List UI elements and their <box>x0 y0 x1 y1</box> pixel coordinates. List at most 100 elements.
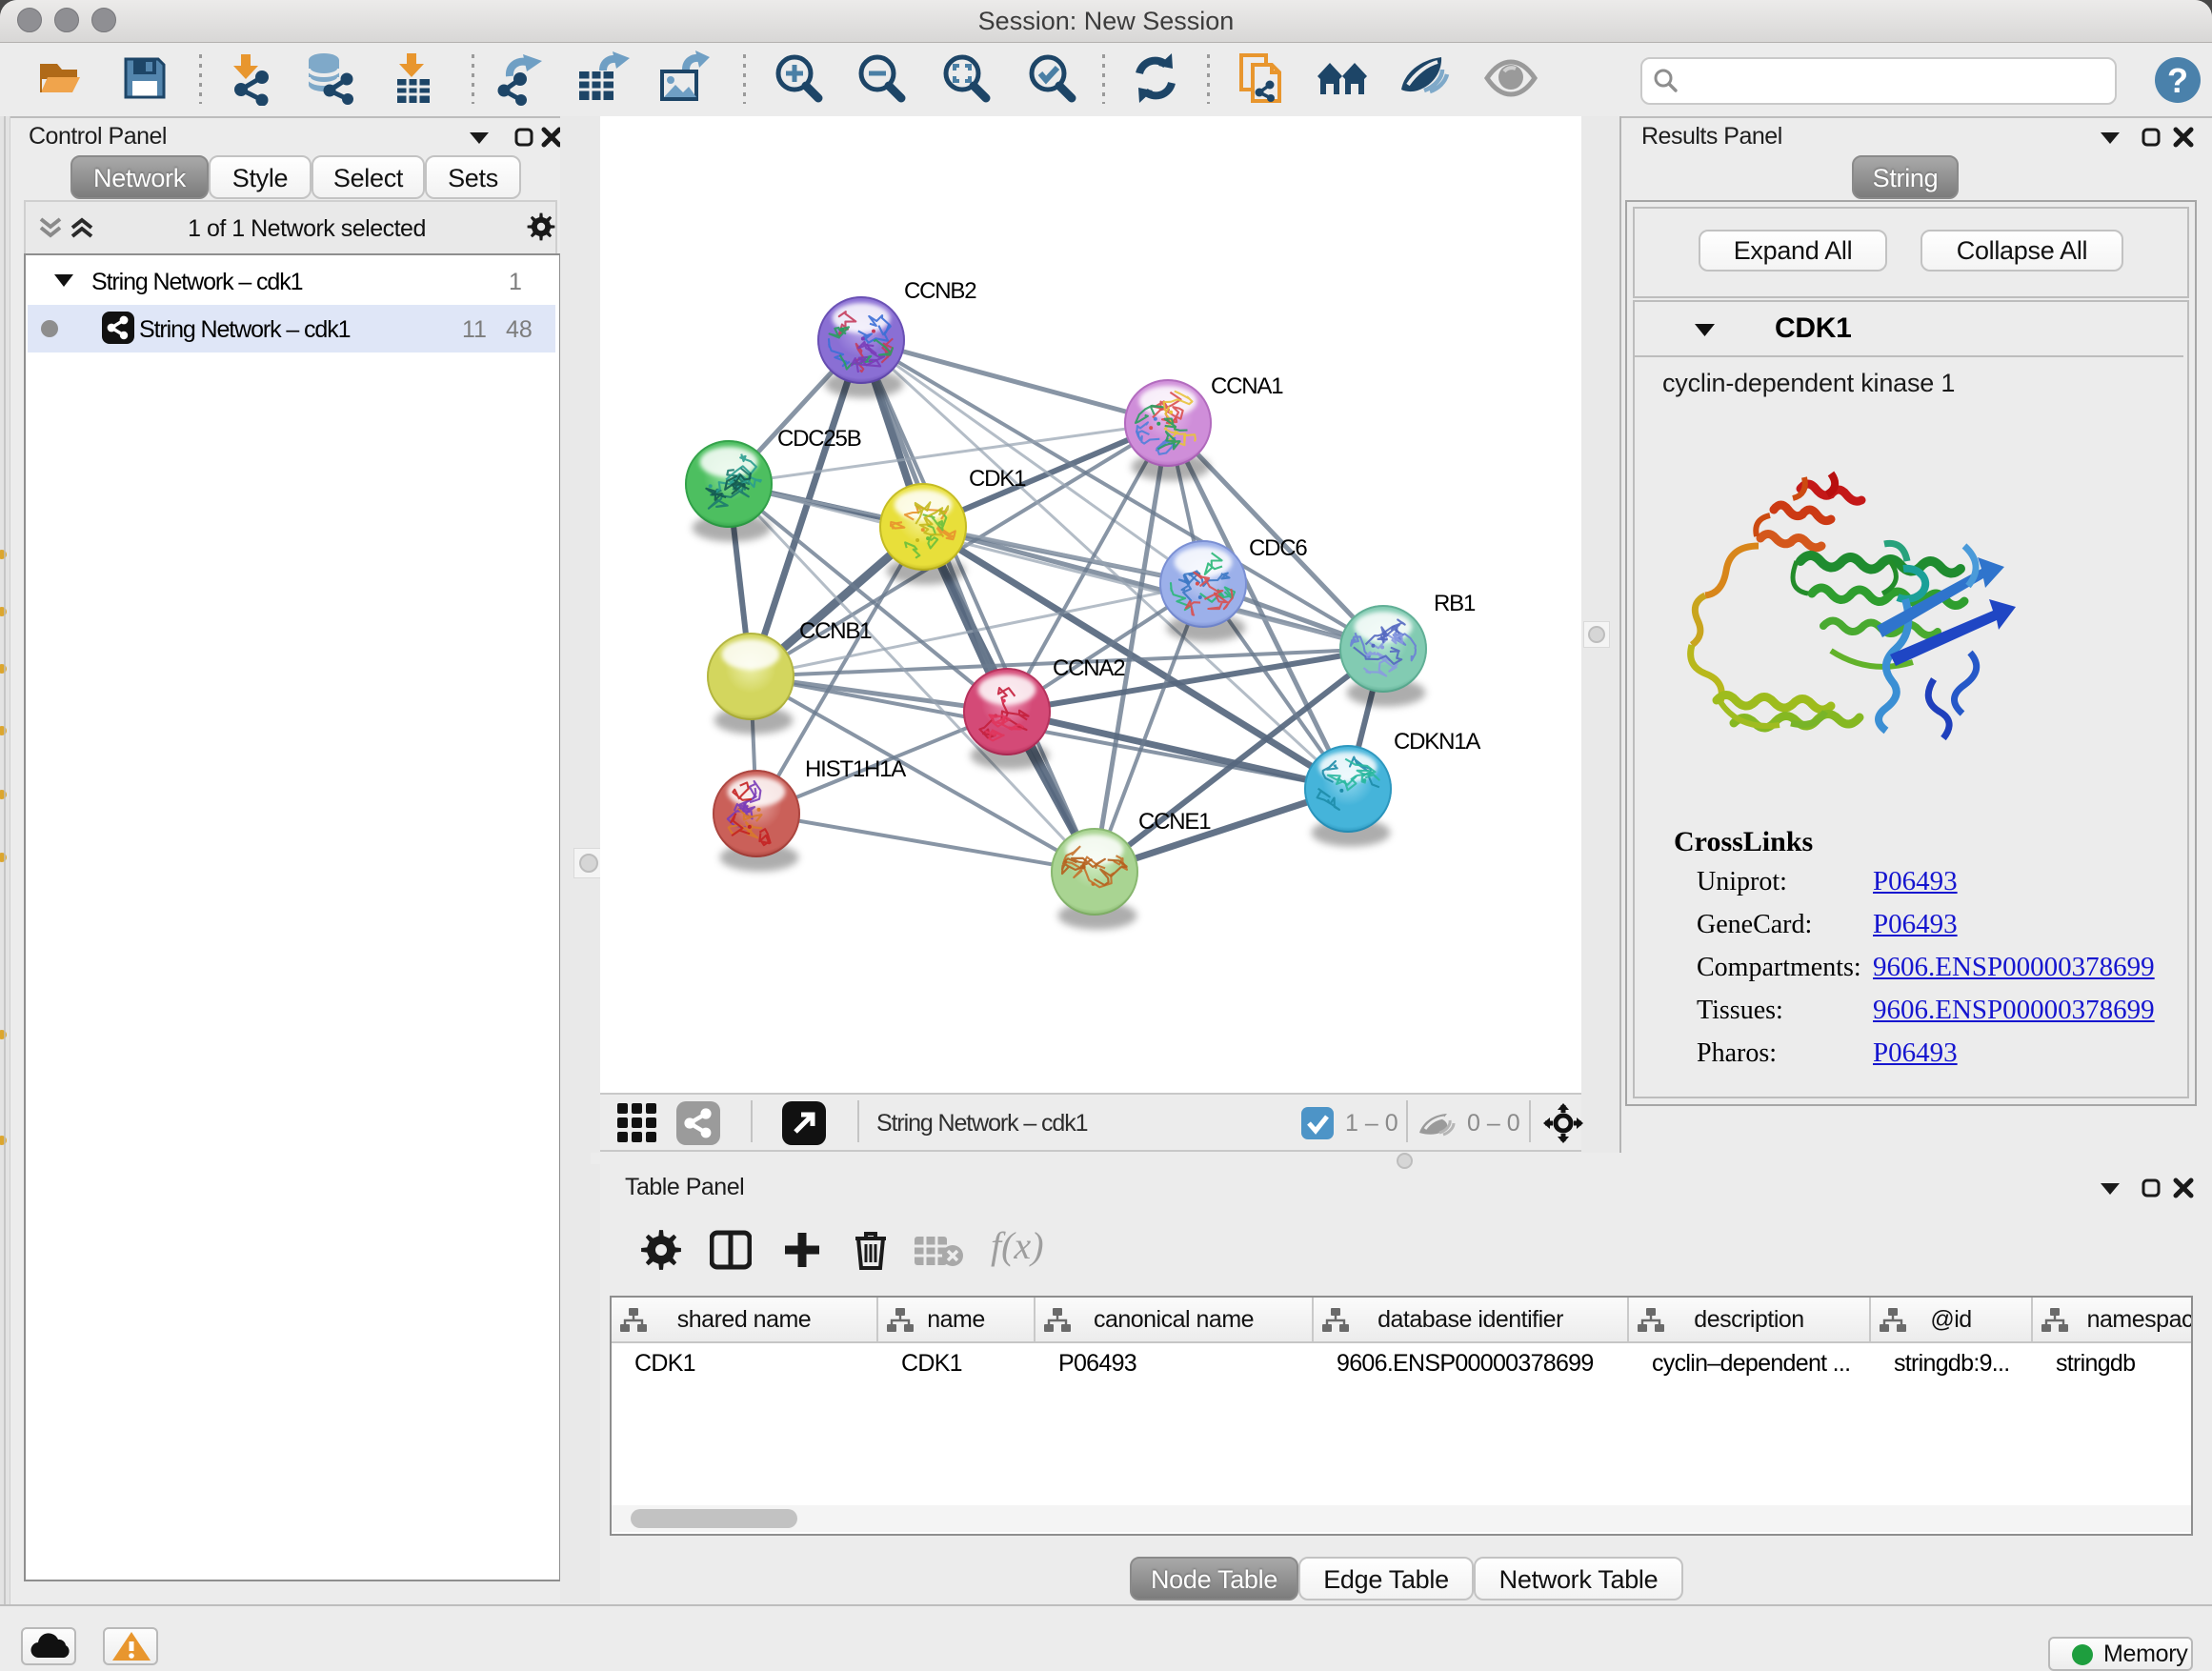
memory-label: Memory <box>2103 1641 2187 1668</box>
float-panel-icon[interactable] <box>2142 128 2161 147</box>
column-header-description[interactable]: description <box>1629 1298 1871 1341</box>
column-header-shared-name[interactable]: shared name <box>612 1298 878 1341</box>
column-header-database-identifier[interactable]: database identifier <box>1314 1298 1629 1341</box>
panel-menu-icon[interactable] <box>2100 130 2121 145</box>
import-network-file-icon[interactable] <box>220 50 275 106</box>
zoom-in-icon[interactable] <box>771 50 826 106</box>
fit-selected-crosshair-icon[interactable] <box>1543 1103 1583 1143</box>
panel-menu-icon[interactable] <box>469 130 490 145</box>
column-header-label: namespace <box>2033 1298 2193 1341</box>
table-cell[interactable]: CDK1 <box>901 1343 1032 1383</box>
horizontal-scrollbar[interactable] <box>612 1505 2191 1532</box>
crosslink-value-link[interactable]: P06493 <box>1873 866 1958 897</box>
network-list-toolbar: 1 of 1 Network selected <box>24 200 557 253</box>
network-row[interactable]: String Network – cdk1 11 48 <box>28 305 555 352</box>
show-all-icon[interactable] <box>1483 50 1538 106</box>
import-network-database-icon[interactable] <box>301 50 356 106</box>
refresh-icon[interactable] <box>1128 50 1183 106</box>
import-table-file-icon[interactable] <box>386 50 441 106</box>
protein-header-row[interactable]: CDK1 <box>1635 302 2183 357</box>
export-image-icon[interactable] <box>654 50 710 106</box>
search-input[interactable] <box>1640 57 2117 105</box>
title-bar: Session: New Session <box>0 0 2212 43</box>
network-type-icon[interactable] <box>676 1101 720 1145</box>
network-collection-row[interactable]: String Network – cdk1 1 <box>28 257 555 305</box>
crosslink-value-link[interactable]: P06493 <box>1873 909 1958 940</box>
copy-network-icon[interactable] <box>1234 50 1289 106</box>
panel-menu-icon[interactable] <box>2100 1180 2121 1196</box>
string-network-graph: CCNB2CCNA1CDC25BCDK1CDC6RB1CCNB1CCNA2CDK… <box>600 116 1581 1093</box>
open-folder-icon[interactable] <box>34 50 90 106</box>
zoom-fit-icon[interactable] <box>938 50 994 106</box>
expand-all-button[interactable]: Expand All <box>1699 230 1887 272</box>
show-column-panel-icon[interactable] <box>710 1229 752 1271</box>
crosslink-value-link[interactable]: 9606.ENSP00000378699 <box>1873 952 2155 983</box>
column-header-canonical-name[interactable]: canonical name <box>1036 1298 1314 1341</box>
scrollbar-thumb[interactable] <box>631 1509 797 1528</box>
network-options-gear-icon[interactable] <box>527 212 555 241</box>
table-settings-gear-icon[interactable] <box>640 1229 682 1271</box>
svg-text:CCNB2: CCNB2 <box>904 278 976 304</box>
table-cell[interactable]: CDK1 <box>634 1343 875 1383</box>
close-panel-icon[interactable] <box>2173 127 2194 148</box>
column-header--id[interactable]: @id <box>1871 1298 2033 1341</box>
protein-expander-icon[interactable] <box>1694 322 1716 337</box>
tab-style[interactable]: Style <box>209 155 312 199</box>
crosslink-label: Compartments: <box>1697 953 1861 983</box>
create-column-icon[interactable] <box>781 1229 823 1271</box>
column-header-name[interactable]: name <box>878 1298 1036 1341</box>
table-cell[interactable]: cyclin–dependent ... <box>1652 1343 1867 1383</box>
column-header-label: description <box>1629 1298 1869 1341</box>
column-header-label: database identifier <box>1314 1298 1627 1341</box>
collapse-all-button[interactable]: Collapse All <box>1920 230 2123 272</box>
table-cell[interactable]: stringdb:9... <box>1894 1343 2029 1383</box>
save-session-icon[interactable] <box>117 50 172 106</box>
tab-sets[interactable]: Sets <box>425 155 521 199</box>
crosslink-row: GeneCard:P06493 <box>1635 905 2183 948</box>
delete-column-icon[interactable] <box>850 1227 892 1271</box>
right-splitter-handle[interactable] <box>1583 621 1610 648</box>
table-cell[interactable]: P06493 <box>1058 1343 1310 1383</box>
crosslink-row: Pharos:P06493 <box>1635 1034 2183 1077</box>
float-panel-icon[interactable] <box>514 128 533 147</box>
table-cell[interactable]: stringdb <box>2056 1343 2193 1383</box>
crosslink-value-link[interactable]: P06493 <box>1873 1037 1958 1069</box>
main-toolbar: ? <box>0 43 2212 118</box>
crosslink-row: Compartments: 9606.ENSP00000378699 <box>1635 948 2183 991</box>
toolbar-separator <box>472 54 474 104</box>
close-panel-icon[interactable] <box>2173 1178 2194 1198</box>
tab-node-table[interactable]: Node Table <box>1130 1557 1298 1601</box>
tab-edge-table[interactable]: Edge Table <box>1298 1557 1474 1601</box>
hide-selected-icon[interactable] <box>1397 50 1452 106</box>
zoom-selected-icon[interactable] <box>1024 50 1079 106</box>
column-header-label: @id <box>1871 1298 2031 1341</box>
table-row[interactable]: CDK1 CDK1 P06493 9606.ENSP00000378699 cyclin… <box>612 1343 2191 1383</box>
right-splitter[interactable] <box>1581 116 1621 1153</box>
table-cell[interactable]: 9606.ENSP00000378699 <box>1337 1343 1625 1383</box>
network-canvas[interactable]: CCNB2CCNA1CDC25BCDK1CDC6RB1CCNB1CCNA2CDK… <box>600 116 1581 1093</box>
tab-network-table[interactable]: Network Table <box>1474 1557 1683 1601</box>
horizontal-splitter[interactable] <box>591 1153 2212 1164</box>
delete-table-icon <box>915 1235 964 1267</box>
tab-string[interactable]: String <box>1852 155 1959 199</box>
svg-text:CCNA2: CCNA2 <box>1053 655 1125 681</box>
zoom-out-icon[interactable] <box>854 50 909 106</box>
crosslink-value-link[interactable]: 9606.ENSP00000378699 <box>1873 995 2155 1026</box>
float-panel-icon[interactable] <box>2142 1178 2161 1198</box>
help-icon[interactable]: ? <box>2153 55 2202 105</box>
export-table-icon[interactable] <box>574 50 630 106</box>
open-in-window-icon[interactable] <box>782 1101 826 1145</box>
warning-status-button[interactable] <box>103 1627 158 1665</box>
tab-select[interactable]: Select <box>312 155 425 199</box>
tab-network[interactable]: Network <box>70 155 209 199</box>
first-neighbors-icon[interactable] <box>1315 50 1370 106</box>
collection-expander-icon[interactable] <box>53 272 74 289</box>
close-panel-icon[interactable] <box>541 127 562 148</box>
netbar-separator <box>1406 1100 1408 1142</box>
cloud-status-button[interactable] <box>21 1627 76 1665</box>
export-network-icon[interactable] <box>494 50 550 106</box>
netbar-separator <box>751 1100 753 1142</box>
birds-eye-view-icon[interactable] <box>617 1103 659 1143</box>
memory-button[interactable]: Memory <box>2048 1637 2193 1671</box>
column-header-namespace[interactable]: namespace <box>2033 1298 2193 1341</box>
